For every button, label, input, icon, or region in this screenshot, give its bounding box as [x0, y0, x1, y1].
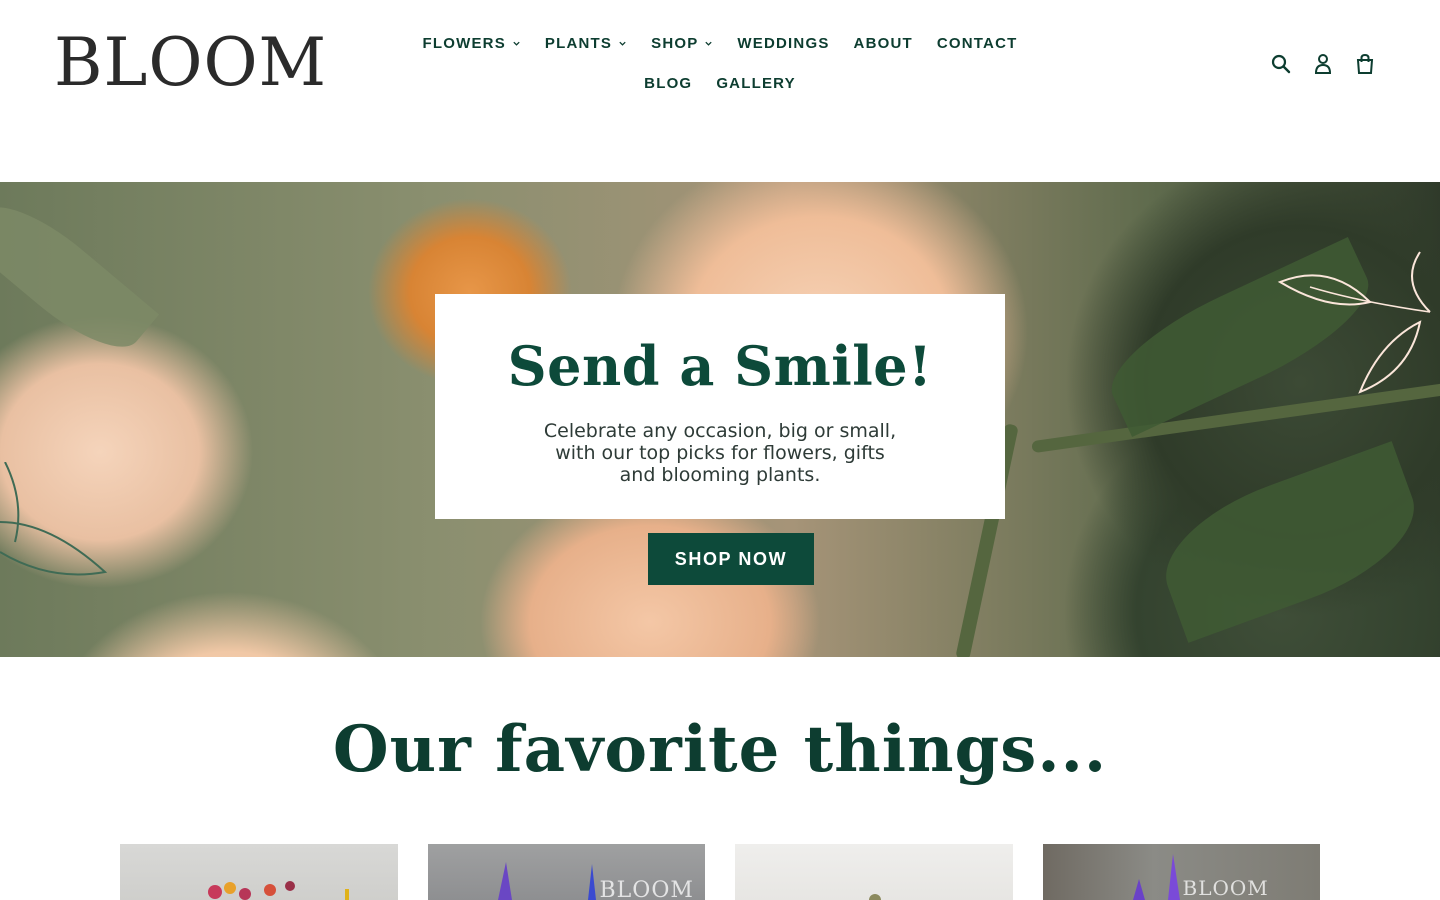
chevron-down-icon	[705, 41, 713, 46]
product-watermark: BLOOM	[599, 878, 694, 900]
account-icon[interactable]	[1312, 50, 1334, 78]
nav-label: WEDDINGS	[737, 34, 830, 52]
nav-label: GALLERY	[716, 74, 796, 92]
nav-item-plants[interactable]: PLANTS	[533, 30, 639, 56]
product-card[interactable]: BLOOM	[427, 844, 705, 900]
shop-now-button[interactable]: SHOP NOW	[648, 533, 814, 585]
hero-text: Celebrate any occasion, big or small, wi…	[543, 420, 897, 486]
product-image	[208, 881, 349, 900]
brand-logo[interactable]: BLOOM	[54, 28, 327, 98]
header-actions	[1270, 50, 1376, 78]
decor-leaf	[0, 185, 160, 369]
nav-label: ABOUT	[853, 34, 913, 52]
nav-item-flowers[interactable]: FLOWERS	[411, 30, 533, 56]
product-watermark: BLOOM	[1182, 876, 1269, 900]
nav-item-blog[interactable]: BLOG	[632, 70, 704, 96]
nav-label: SHOP	[651, 34, 699, 52]
nav-label: CONTACT	[936, 34, 1018, 52]
chevron-down-icon	[619, 41, 626, 46]
nav-item-contact[interactable]: CONTACT	[925, 30, 1030, 56]
nav-label: PLANTS	[544, 34, 613, 52]
product-image	[869, 894, 881, 900]
main-nav: FLOWERS PLANTS SHOP WEDDINGS ABOUT CONTA…	[410, 30, 1030, 96]
line-art-leaf-icon	[1277, 251, 1431, 394]
section-title: Our favorite things...	[332, 712, 1108, 787]
nav-label: BLOG	[644, 74, 693, 92]
site-header: BLOOM FLOWERS PLANTS SHOP WEDDINGS ABOUT…	[0, 0, 1440, 182]
nav-label: FLOWERS	[422, 34, 506, 52]
product-card[interactable]	[120, 844, 398, 900]
hero-title: Send a Smile!	[507, 334, 933, 398]
decor-leaf	[1147, 441, 1433, 643]
nav-item-gallery[interactable]: GALLERY	[704, 70, 808, 96]
product-card[interactable]	[735, 844, 1013, 900]
line-art-leaf-icon	[0, 462, 108, 576]
nav-item-about[interactable]: ABOUT	[842, 30, 925, 56]
product-card[interactable]: BLOOM	[1042, 844, 1320, 900]
hero-card: Send a Smile! Celebrate any occasion, bi…	[435, 294, 1005, 519]
nav-item-weddings[interactable]: WEDDINGS	[725, 30, 841, 56]
product-image	[1132, 854, 1180, 900]
product-grid: BLOOM BLOOM	[120, 844, 1320, 900]
cart-icon[interactable]	[1354, 50, 1376, 78]
search-icon[interactable]	[1270, 50, 1292, 78]
nav-item-shop[interactable]: SHOP	[639, 30, 725, 56]
hero-banner: Send a Smile! Celebrate any occasion, bi…	[0, 182, 1440, 657]
chevron-down-icon	[513, 41, 520, 46]
